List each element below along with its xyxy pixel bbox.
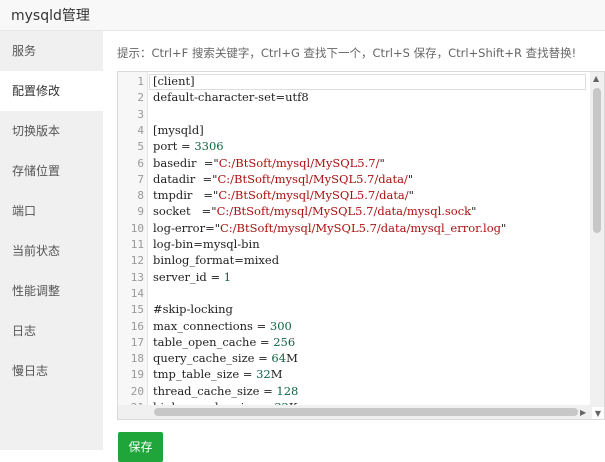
sidebar-item-label: 当前状态 xyxy=(12,244,61,258)
shortcut-hint: 提示：Ctrl+F 搜索关键字，Ctrl+G 查找下一个，Ctrl+S 保存，C… xyxy=(117,46,577,60)
code-line: [mysqld] xyxy=(153,122,204,137)
code-line: default-character-set=utf8 xyxy=(153,90,309,105)
line-number: 15 xyxy=(130,303,144,317)
line-number: 2 xyxy=(137,91,144,105)
line-number: 17 xyxy=(130,335,144,349)
line-number: 20 xyxy=(130,384,144,398)
sidebar-item-slow-log[interactable]: 慢日志 xyxy=(0,351,103,391)
line-number: 9 xyxy=(137,205,144,219)
code-line: tmpdir ="C:/BtSoft/mysql/MySQL5.7/data/" xyxy=(153,188,414,203)
sidebar-item-service[interactable]: 服务 xyxy=(0,31,103,71)
scroll-right-icon[interactable]: ▶ xyxy=(580,408,586,417)
vertical-scroll-thumb[interactable] xyxy=(593,88,601,233)
code-line: server_id = 1 xyxy=(153,269,232,284)
sidebar-item-log[interactable]: 日志 xyxy=(0,311,103,351)
sidebar-item-switch-version[interactable]: 切换版本 xyxy=(0,111,103,151)
line-number: 8 xyxy=(137,189,144,203)
code-line: log-bin=mysql-bin xyxy=(153,237,260,251)
code-line: table_open_cache = 256 xyxy=(153,334,296,349)
window-title: mysqld管理 xyxy=(11,8,90,24)
scroll-down-icon[interactable]: ▼ xyxy=(595,409,601,418)
sidebar: 服务 配置修改 切换版本 存储位置 端口 当前状态 性能调整 日志 慢日志 xyxy=(0,31,103,450)
code-line: datadir ="C:/BtSoft/mysql/MySQL5.7/data/… xyxy=(153,171,414,186)
code-line: socket ="C:/BtSoft/mysql/MySQL5.7/data/m… xyxy=(153,204,477,219)
code-line: tmp_table_size = 32M xyxy=(153,367,283,382)
line-number: 5 xyxy=(137,140,144,154)
sidebar-item-status[interactable]: 当前状态 xyxy=(0,231,103,271)
sidebar-item-label: 切换版本 xyxy=(12,124,61,138)
line-number: 1 xyxy=(137,75,144,88)
sidebar-item-performance[interactable]: 性能调整 xyxy=(0,271,103,311)
line-number: 7 xyxy=(137,172,144,186)
vertical-scrollbar[interactable]: ▲ xyxy=(590,72,604,407)
code-line: basedir ="C:/BtSoft/mysql/MySQL5.7/" xyxy=(153,155,385,170)
window-titlebar: mysqld管理 xyxy=(0,0,605,31)
code-line: port = 3306 xyxy=(153,139,224,154)
active-line-highlight xyxy=(149,74,586,90)
line-number: 11 xyxy=(130,238,144,251)
config-editor[interactable]: 1 [client] 2 default-character-set=utf8 3 4 [m… xyxy=(117,71,605,420)
line-number: 14 xyxy=(130,286,144,300)
code-line: thread_cache_size = 128 xyxy=(153,383,299,398)
code-line: binlog_format=mixed xyxy=(153,253,280,268)
save-button[interactable]: 保存 xyxy=(118,432,163,462)
horizontal-scroll-thumb[interactable] xyxy=(154,408,578,416)
sidebar-item-label: 性能调整 xyxy=(12,284,61,298)
line-number: 16 xyxy=(130,319,144,333)
sidebar-item-port[interactable]: 端口 xyxy=(0,191,103,231)
sidebar-item-storage[interactable]: 存储位置 xyxy=(0,151,103,191)
line-number: 12 xyxy=(130,254,144,268)
code-line: query_cache_size = 64M xyxy=(153,351,298,366)
line-number: 4 xyxy=(137,123,144,137)
horizontal-scrollbar[interactable]: ▶ xyxy=(118,405,592,419)
code-line: max_connections = 300 xyxy=(153,318,292,333)
line-number: 19 xyxy=(130,368,144,382)
sidebar-item-label: 日志 xyxy=(12,324,37,338)
line-number: 13 xyxy=(130,270,144,284)
line-number: 18 xyxy=(130,352,144,366)
line-number: 6 xyxy=(137,156,144,170)
line-number: 3 xyxy=(137,107,144,121)
sidebar-item-label: 配置修改 xyxy=(12,84,61,98)
sidebar-item-label: 服务 xyxy=(12,44,37,58)
sidebar-item-label: 存储位置 xyxy=(12,164,61,178)
code-line: [client] xyxy=(153,74,195,88)
sidebar-item-config[interactable]: 配置修改 xyxy=(0,71,103,111)
code-line: #skip-locking xyxy=(153,302,233,317)
line-number: 10 xyxy=(130,221,144,235)
sidebar-item-label: 端口 xyxy=(12,204,37,218)
code-line: log-error="C:/BtSoft/mysql/MySQL5.7/data… xyxy=(153,220,507,235)
scroll-up-icon[interactable]: ▲ xyxy=(593,74,599,83)
sidebar-item-label: 慢日志 xyxy=(12,364,49,378)
